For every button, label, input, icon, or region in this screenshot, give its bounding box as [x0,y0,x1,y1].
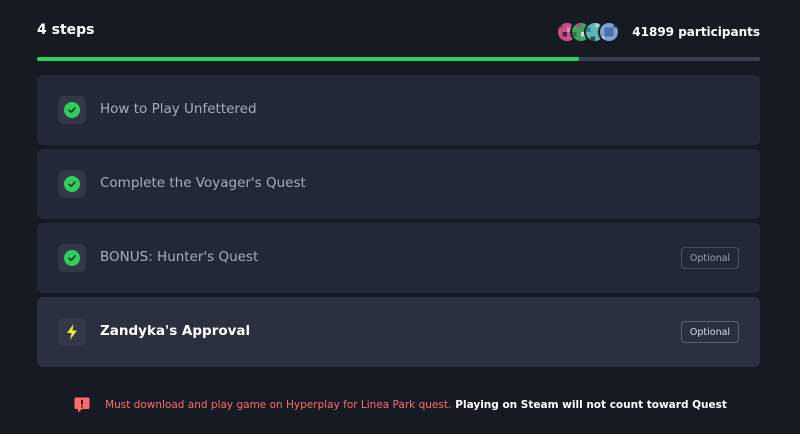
notice-strong-text: Playing on Steam will not count toward Q… [455,399,727,411]
check-circle-icon [64,250,80,266]
notice-text: Must download and play game on Hyperplay… [105,399,452,411]
alert-speech-bubble-icon [74,397,90,413]
step-title: Zandyka's Approval [100,323,251,339]
optional-badge: Optional [681,321,739,343]
quest-header: 4 steps 41899 participants [37,18,760,48]
steps-count: 4 steps [37,22,95,38]
step-title: BONUS: Hunter's Quest [100,249,259,265]
step-title: How to Play Unfettered [100,101,257,117]
step-zandykas-approval[interactable]: Zandyka's Approval Optional [37,297,760,367]
participant-avatars [556,21,621,43]
optional-badge: Optional [681,247,739,269]
participants-summary: 41899 participants [556,18,760,46]
check-circle-icon [64,102,80,118]
step-voyagers-quest[interactable]: Complete the Voyager's Quest [37,149,760,219]
step-how-to-play[interactable]: How to Play Unfettered [37,75,760,145]
steam-warning-notice: Must download and play game on Hyperplay… [0,395,800,415]
step-status-icon [58,244,86,272]
quest-progress-fill [37,57,580,61]
step-hunters-quest[interactable]: BONUS: Hunter's Quest Optional [37,223,760,293]
avatar-blue-pixel-icon [598,21,621,43]
quest-progress-bar [37,57,760,61]
lightning-bolt-icon [67,324,77,340]
step-status-icon [58,318,86,346]
check-circle-icon [64,176,80,192]
participants-count: 41899 participants [632,25,760,39]
step-status-icon [58,96,86,124]
step-status-icon [58,170,86,198]
step-title: Complete the Voyager's Quest [100,175,306,191]
